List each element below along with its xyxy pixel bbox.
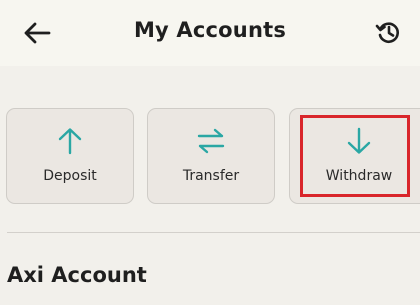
withdraw-button[interactable]: Withdraw [289, 108, 420, 204]
deposit-label: Deposit [43, 168, 97, 184]
page-title: My Accounts [133, 18, 287, 42]
app-header: My Accounts [0, 0, 420, 66]
account-section-title: Axi Account [7, 263, 147, 287]
quick-actions: Deposit Transfer Withdraw [6, 108, 420, 208]
history-button[interactable] [372, 16, 404, 48]
swap-arrows-icon [197, 128, 225, 154]
arrow-up-icon [58, 128, 82, 155]
transfer-button[interactable]: Transfer [147, 108, 275, 204]
transfer-label: Transfer [182, 168, 240, 184]
arrow-down-icon [347, 127, 371, 154]
history-icon [375, 22, 399, 43]
deposit-button[interactable]: Deposit [6, 108, 134, 204]
withdraw-label: Withdraw [325, 168, 393, 184]
section-divider [7, 232, 420, 233]
